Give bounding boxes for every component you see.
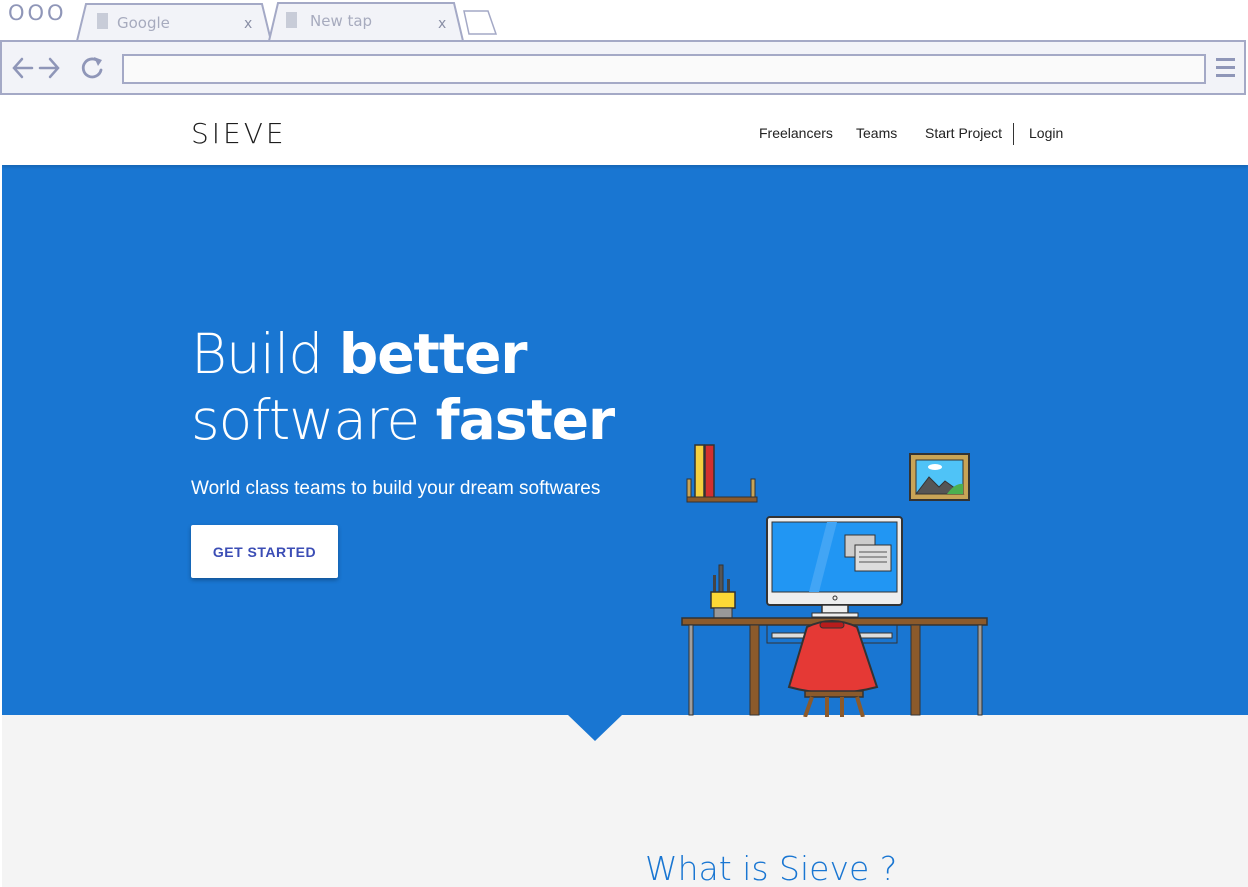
browser-tab-strip: OOO Google x New tap x (0, 0, 1248, 42)
what-is-sieve-heading: What is Sieve ? (645, 849, 898, 887)
address-bar[interactable] (122, 54, 1206, 84)
nav-teams[interactable]: Teams (856, 125, 897, 141)
forward-arrow-icon[interactable] (38, 57, 60, 79)
headline-light: software (191, 388, 436, 452)
hero-section: Build better software faster World class… (2, 165, 1248, 717)
window-controls[interactable]: OOO (8, 1, 67, 25)
nav-login[interactable]: Login (1029, 125, 1063, 141)
browser-toolbar (0, 40, 1246, 95)
new-tab-icon[interactable] (462, 9, 500, 37)
tab-label: Google (117, 14, 170, 32)
headline-bold: better (338, 322, 528, 386)
page-viewport: SIEVE Freelancers Teams Start Project Lo… (2, 97, 1248, 887)
tab-label: New tap (310, 12, 373, 30)
picture-frame-icon (909, 453, 970, 501)
monitor-icon (766, 516, 903, 618)
bookshelf-icon (686, 444, 758, 503)
headline-light: Build (191, 322, 339, 386)
nav-start-project[interactable]: Start Project (925, 125, 1002, 141)
get-started-button[interactable]: GET STARTED (191, 525, 338, 578)
tab-new-tap[interactable]: New tap x (268, 2, 464, 42)
tab-close-icon[interactable]: x (438, 16, 446, 32)
hero-pointer-notch (568, 715, 622, 741)
page-favicon-icon (97, 13, 108, 29)
hero-subtitle: World class teams to build your dream so… (191, 478, 601, 499)
tab-google[interactable]: Google x (76, 2, 272, 42)
back-arrow-icon[interactable] (12, 57, 34, 79)
nav-divider (1013, 123, 1014, 145)
reload-icon[interactable] (80, 54, 106, 82)
hero-headline: Build better software faster (191, 321, 615, 453)
page-favicon-icon (286, 12, 297, 28)
back-forward-arrows (12, 57, 60, 79)
pencil-cup-icon (710, 564, 736, 619)
site-logo[interactable]: SIEVE (191, 117, 287, 150)
menu-icon[interactable] (1215, 57, 1237, 79)
tab-close-icon[interactable]: x (244, 16, 252, 32)
headline-bold: faster (435, 388, 615, 452)
nav-freelancers[interactable]: Freelancers (759, 125, 833, 141)
site-header: SIEVE Freelancers Teams Start Project Lo… (2, 97, 1248, 165)
workspace-illustration (681, 444, 988, 717)
